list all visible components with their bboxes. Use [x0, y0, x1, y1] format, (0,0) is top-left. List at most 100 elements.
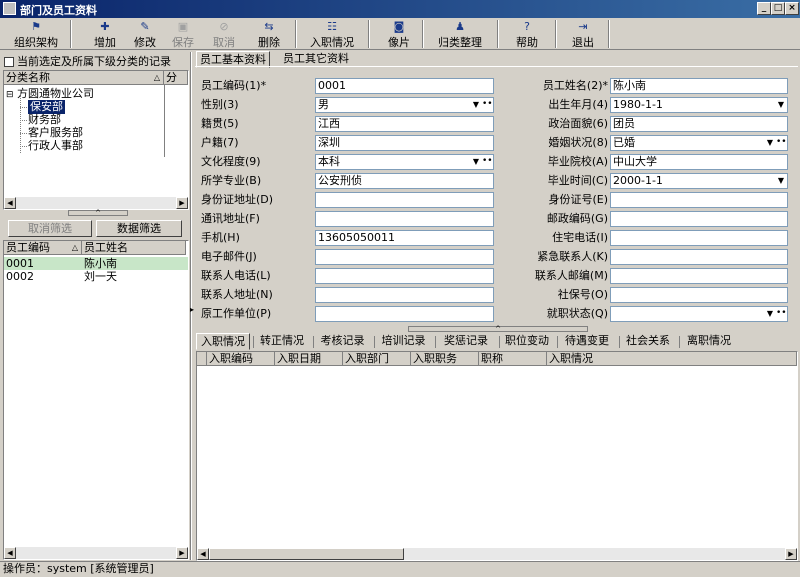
ellipsis-icon[interactable]: ••• [482, 99, 493, 111]
field-label: 籍贯(5) [201, 117, 239, 130]
form-field[interactable]: 13605050011 [315, 230, 494, 246]
form-field[interactable]: 江西 [315, 116, 494, 132]
form-field[interactable] [315, 211, 494, 227]
form-field[interactable]: 深圳 [315, 135, 494, 151]
toolbar-button-6[interactable]: ☷ 入职情况 [305, 19, 359, 50]
form-field[interactable] [315, 287, 494, 303]
tab-bottom-6[interactable]: 待遇变更 [558, 333, 616, 350]
form-field[interactable] [610, 230, 788, 246]
toolbar-button-3[interactable]: ▣ 保存 [167, 19, 199, 50]
toolbar-button-1[interactable]: ✚ 增加 [87, 19, 123, 50]
list-header-name[interactable]: 员工姓名 [82, 241, 186, 255]
tree-item[interactable]: 财务部 [28, 113, 61, 127]
form-field[interactable] [315, 306, 494, 322]
toolbar-button-8[interactable]: ♟ 归类整理 [433, 19, 487, 50]
form-splitter-handle[interactable]: ^ [408, 326, 588, 333]
field-value: 陈小南 [613, 79, 646, 92]
toolbar-button-10[interactable]: ⇥ 退出 [565, 19, 601, 50]
minimize-button[interactable]: _ [757, 2, 771, 15]
form-field[interactable] [315, 192, 494, 208]
chevron-down-icon[interactable]: ▼ [765, 137, 775, 149]
table-row[interactable]: 0002 刘一天 [4, 270, 188, 283]
tree-header-name[interactable]: 分类名称 △ [4, 71, 164, 85]
tab-bottom-2[interactable]: 考核记录 [314, 333, 371, 350]
form-field[interactable]: 2000-1-1 ▼ [610, 173, 788, 189]
chevron-down-icon[interactable]: ▼ [471, 156, 481, 168]
chevron-down-icon[interactable]: ▼ [776, 99, 786, 111]
tree-hscrollbar[interactable]: ◀ ▶ [4, 197, 188, 209]
scroll-right-icon[interactable]: ▶ [176, 547, 188, 559]
splitter-arrow-icon[interactable]: ▸ [190, 305, 194, 314]
form-field[interactable]: 中山大学 [610, 154, 788, 170]
grid-header-5[interactable]: 入职情况 [547, 352, 797, 366]
scroll-left-icon[interactable]: ◀ [197, 548, 209, 560]
tab-separator [253, 336, 254, 348]
tree-item[interactable]: 保安部 [28, 100, 65, 114]
scroll-right-icon[interactable]: ▶ [785, 548, 797, 560]
grid-header-0[interactable]: 入职编码 [207, 352, 275, 366]
collapse-icon[interactable]: ⊟ [6, 90, 14, 100]
scroll-right-icon[interactable]: ▶ [176, 197, 188, 209]
form-field[interactable] [610, 211, 788, 227]
tab-bottom-3[interactable]: 培训记录 [375, 333, 432, 350]
tab-bottom-8[interactable]: 离职情况 [680, 333, 738, 350]
form-field[interactable] [315, 268, 494, 284]
grid-header-2[interactable]: 入职部门 [343, 352, 411, 366]
tree-item[interactable]: 行政人事部 [28, 139, 83, 153]
scroll-left-icon[interactable]: ◀ [4, 197, 16, 209]
grid-header-4[interactable]: 职称 [479, 352, 547, 366]
form-field[interactable]: 已婚 ▼••• [610, 135, 788, 151]
field-label: 就职状态(Q) [546, 307, 608, 320]
form-field[interactable] [610, 192, 788, 208]
tab-bottom-4[interactable]: 奖惩记录 [436, 333, 496, 350]
toolbar-separator [497, 20, 499, 48]
close-button[interactable]: × [785, 2, 799, 15]
form-field[interactable] [610, 268, 788, 284]
toolbar-button-4[interactable]: ⊘ 取消 [208, 19, 240, 50]
form-field[interactable]: 公安刑侦 [315, 173, 494, 189]
cancel-filter-button[interactable]: 取消筛选 [8, 220, 92, 237]
form-field[interactable]: 0001 [315, 78, 494, 94]
form-field[interactable]: ▼••• [610, 306, 788, 322]
ellipsis-icon[interactable]: ••• [482, 156, 493, 168]
form-field[interactable] [610, 249, 788, 265]
grid-scroll-thumb[interactable] [209, 548, 404, 560]
tab-bottom-0[interactable]: 入职情况 [196, 333, 250, 350]
scroll-left-icon[interactable]: ◀ [4, 547, 16, 559]
form-field[interactable]: 1980-1-1 ▼ [610, 97, 788, 113]
list-hscrollbar[interactable]: ◀ ▶ [4, 547, 188, 559]
tab-bottom-1[interactable]: 转正情况 [254, 333, 310, 350]
toolbar-button-7[interactable]: ◙ 像片 [381, 19, 417, 50]
chevron-down-icon[interactable]: ▼ [765, 308, 775, 320]
filter-checkbox-row[interactable]: 当前选定及所属下级分类的记录 [4, 55, 190, 69]
toolbar-button-9[interactable]: ? 帮助 [509, 19, 545, 50]
splitter-handle[interactable]: ^ [68, 210, 128, 217]
ellipsis-icon[interactable]: ••• [776, 308, 787, 320]
grid-header-1[interactable]: 入职日期 [275, 352, 343, 366]
tree-header-type[interactable]: 分类 [164, 71, 188, 85]
toolbar-button-0[interactable]: ⚑ 组织架构 [12, 19, 60, 50]
data-filter-button[interactable]: 数据筛选 [96, 220, 182, 237]
form-field[interactable]: 本科 ▼••• [315, 154, 494, 170]
grid-header-3[interactable]: 入职职务 [411, 352, 479, 366]
toolbar-button-5[interactable]: ⇆ 删除 [251, 19, 287, 50]
toolbar-label: 修改 [134, 36, 156, 49]
filter-checkbox[interactable] [4, 57, 14, 67]
maximize-button[interactable]: □ [771, 2, 785, 15]
toolbar-label: 退出 [572, 36, 594, 49]
chevron-down-icon[interactable]: ▼ [776, 175, 786, 187]
toolbar-button-2[interactable]: ✎ 修改 [127, 19, 163, 50]
form-field[interactable] [610, 287, 788, 303]
chevron-down-icon[interactable]: ▼ [471, 99, 481, 111]
tab-bottom-5[interactable]: 职位变动 [500, 333, 554, 350]
ellipsis-icon[interactable]: ••• [776, 137, 787, 149]
table-row[interactable]: 0001 陈小南 [4, 257, 188, 270]
form-field[interactable]: 团员 [610, 116, 788, 132]
tree-item[interactable]: 客户服务部 [28, 126, 83, 140]
form-field[interactable]: 男 ▼••• [315, 97, 494, 113]
list-header-code[interactable]: 员工编码 △ [4, 241, 82, 255]
tab-bottom-7[interactable]: 社会关系 [620, 333, 676, 350]
form-field[interactable] [315, 249, 494, 265]
grid-hscrollbar[interactable]: ◀ ▶ [197, 548, 797, 560]
form-field[interactable]: 陈小南 [610, 78, 788, 94]
